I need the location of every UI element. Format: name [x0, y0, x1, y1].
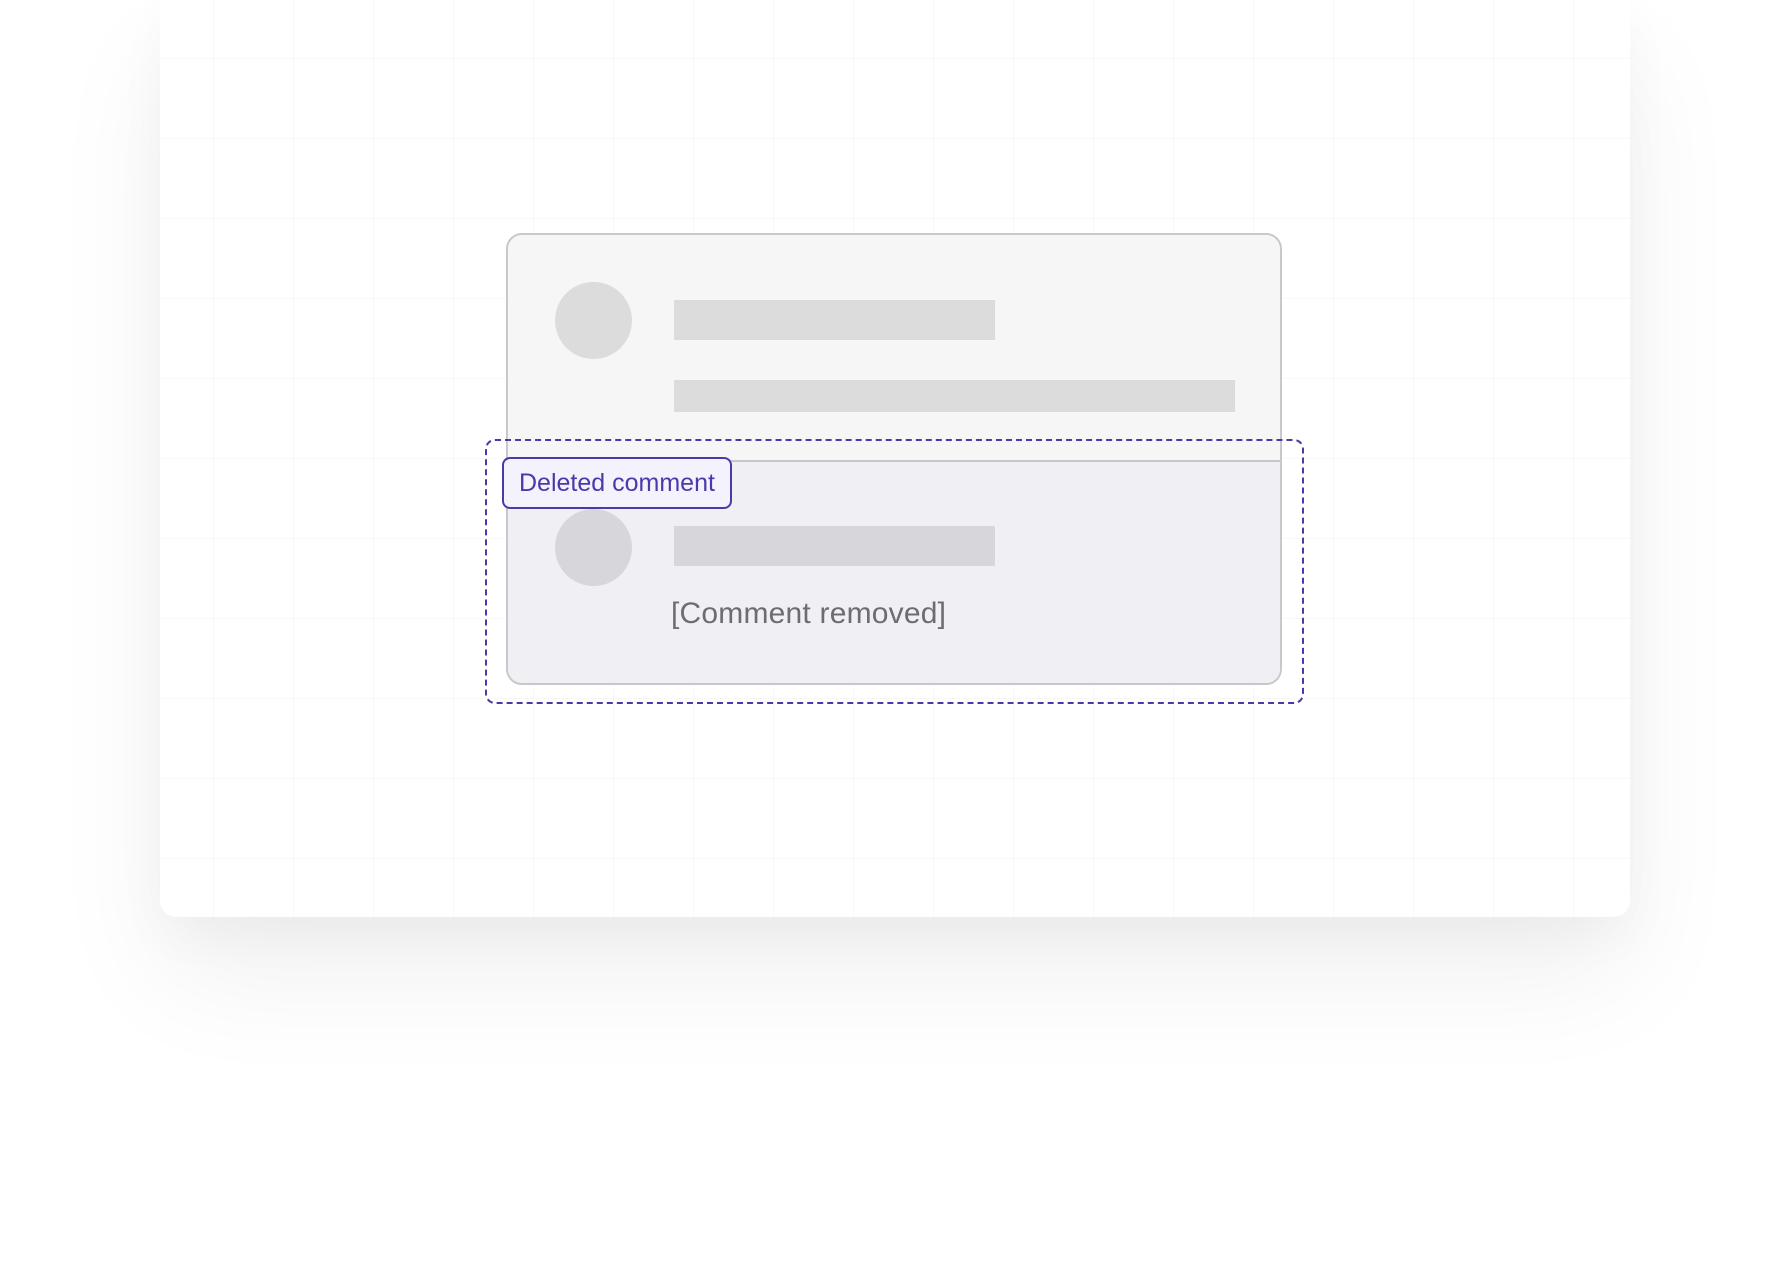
annotation-tag: Deleted comment — [502, 457, 732, 509]
comment-text-placeholder — [674, 380, 1235, 412]
comment-item — [508, 235, 1280, 460]
avatar-placeholder — [555, 509, 632, 586]
stage: [Comment removed] Deleted comment — [0, 0, 1788, 1278]
author-name-placeholder — [674, 526, 995, 566]
comment-removed-text: [Comment removed] — [671, 597, 947, 630]
avatar-placeholder — [555, 282, 632, 359]
author-name-placeholder — [674, 300, 995, 340]
